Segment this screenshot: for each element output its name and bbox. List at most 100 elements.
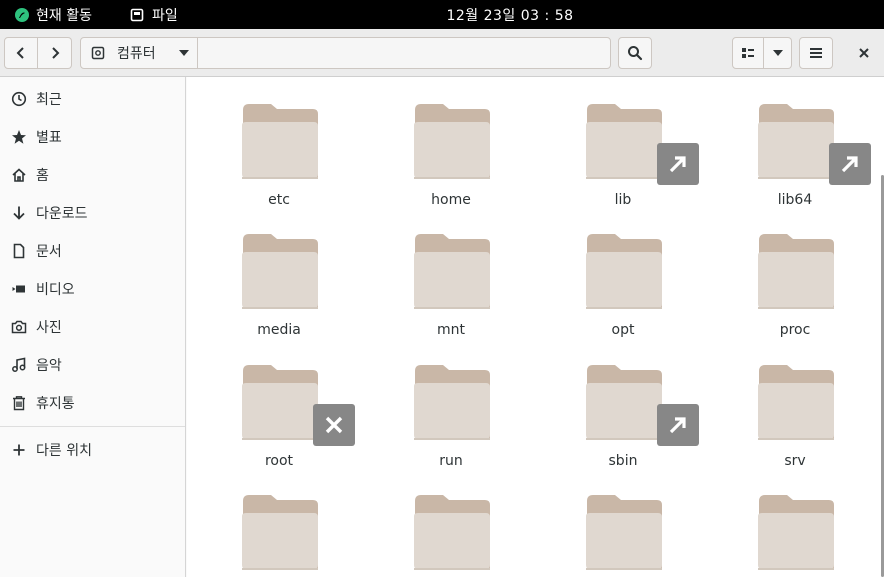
sidebar-item-label: 사진 <box>36 320 62 336</box>
symlink-arrow-icon <box>657 143 699 185</box>
sidebar-item-pictures[interactable]: 사진 <box>0 308 185 346</box>
sidebar-item-downloads[interactable]: 다운로드 <box>0 194 185 232</box>
file-name: sbin <box>608 453 638 469</box>
folder-item[interactable] <box>391 468 511 577</box>
symlink-arrow-icon <box>657 404 699 446</box>
folder-icon <box>414 104 490 179</box>
folder-item[interactable]: opt <box>563 207 683 338</box>
main-menu-button[interactable] <box>799 37 833 69</box>
file-name: proc <box>779 322 811 338</box>
hamburger-menu-icon <box>810 48 822 58</box>
folder-icon <box>242 495 318 570</box>
caret-down-icon <box>178 50 189 56</box>
folder-item[interactable] <box>563 468 683 577</box>
sidebar-separator <box>0 426 185 427</box>
chevron-left-icon <box>16 47 24 59</box>
view-options-button[interactable] <box>764 37 792 69</box>
folder-icon <box>586 234 662 309</box>
sidebar-item-recent[interactable]: 최근 <box>0 80 185 118</box>
forward-button[interactable] <box>38 37 72 69</box>
folder-icon <box>414 365 490 440</box>
folder-icon <box>758 365 834 440</box>
sidebar-item-label: 음악 <box>36 358 62 374</box>
path-bar[interactable]: 컴퓨터 <box>80 37 611 69</box>
file-name: etc <box>268 192 290 208</box>
folder-icon <box>242 234 318 309</box>
download-icon <box>0 205 36 221</box>
plus-icon <box>0 443 36 457</box>
folder-icon <box>586 104 662 179</box>
folder-item[interactable]: proc <box>735 207 855 338</box>
folder-item[interactable] <box>219 468 339 577</box>
view-toggle-button[interactable] <box>732 37 764 69</box>
file-name: media <box>257 322 301 338</box>
folder-item[interactable]: media <box>219 207 339 338</box>
folder-item[interactable]: etc <box>219 77 339 208</box>
clock-icon <box>0 91 36 107</box>
sidebar-item-other-locations[interactable]: 다른 위치 <box>0 431 185 469</box>
folder-item[interactable]: srv <box>735 338 855 469</box>
folder-item[interactable] <box>735 468 855 577</box>
sidebar-item-label: 다른 위치 <box>36 443 92 459</box>
folder-item[interactable]: home <box>391 77 511 208</box>
sidebar-item-documents[interactable]: 문서 <box>0 232 185 270</box>
folder-icon <box>586 495 662 570</box>
video-icon <box>0 281 36 297</box>
sidebar-item-label: 다운로드 <box>36 206 88 222</box>
folder-item[interactable]: sbin <box>563 338 699 469</box>
trash-icon <box>0 395 36 411</box>
music-icon <box>0 357 36 373</box>
sidebar-item-label: 최근 <box>36 92 62 108</box>
back-button[interactable] <box>4 37 38 69</box>
file-name: lib <box>614 192 632 208</box>
folder-icon <box>414 234 490 309</box>
sidebar-item-label: 별표 <box>36 130 62 146</box>
drive-icon <box>91 46 105 60</box>
sidebar-item-label: 홈 <box>36 168 49 184</box>
folder-item[interactable]: root <box>219 338 355 469</box>
folder-icon <box>414 495 490 570</box>
sidebar: 최근 별표 홈 다운로드 문서 비디오 사진 음악 휴지통 다른 위치 <box>0 77 186 577</box>
file-name: opt <box>611 322 635 338</box>
folder-icon <box>758 495 834 570</box>
file-view[interactable]: etc home lib lib64 media mnt opt proc root run sbi… <box>187 77 884 577</box>
search-icon <box>628 46 643 61</box>
folder-icon <box>586 365 662 440</box>
symlink-arrow-icon <box>829 143 871 185</box>
document-icon <box>0 243 36 259</box>
folder-item[interactable]: mnt <box>391 207 511 338</box>
file-name: mnt <box>437 322 465 338</box>
path-segment-computer[interactable]: 컴퓨터 <box>81 38 198 68</box>
sidebar-item-label: 문서 <box>36 244 62 260</box>
folder-item[interactable]: lib64 <box>735 77 871 208</box>
sidebar-item-home[interactable]: 홈 <box>0 156 185 194</box>
file-name: run <box>439 453 463 469</box>
sidebar-item-trash[interactable]: 휴지통 <box>0 384 185 422</box>
unreadable-x-icon <box>313 404 355 446</box>
sidebar-item-videos[interactable]: 비디오 <box>0 270 185 308</box>
folder-icon <box>242 104 318 179</box>
folder-icon <box>758 104 834 179</box>
file-name: home <box>431 192 471 208</box>
close-icon <box>859 48 869 58</box>
folder-icon <box>758 234 834 309</box>
caret-down-icon <box>772 50 783 56</box>
file-name: srv <box>784 453 806 469</box>
folder-item[interactable]: lib <box>563 77 699 208</box>
file-name: root <box>264 453 294 469</box>
folder-icon <box>242 365 318 440</box>
home-icon <box>0 167 36 183</box>
sidebar-item-music[interactable]: 음악 <box>0 346 185 384</box>
clock[interactable]: 12월 23일 03 : 58 <box>0 5 884 25</box>
chevron-right-icon <box>51 47 59 59</box>
folder-item[interactable]: run <box>391 338 511 469</box>
sidebar-item-label: 휴지통 <box>36 396 75 412</box>
search-button[interactable] <box>618 37 652 69</box>
sidebar-item-starred[interactable]: 별표 <box>0 118 185 156</box>
path-segment-label: 컴퓨터 <box>117 46 156 62</box>
header-bar: 컴퓨터 <box>0 29 884 77</box>
star-icon <box>0 129 36 145</box>
sidebar-item-label: 비디오 <box>36 282 75 298</box>
close-button[interactable] <box>850 37 878 69</box>
camera-icon <box>0 319 36 335</box>
